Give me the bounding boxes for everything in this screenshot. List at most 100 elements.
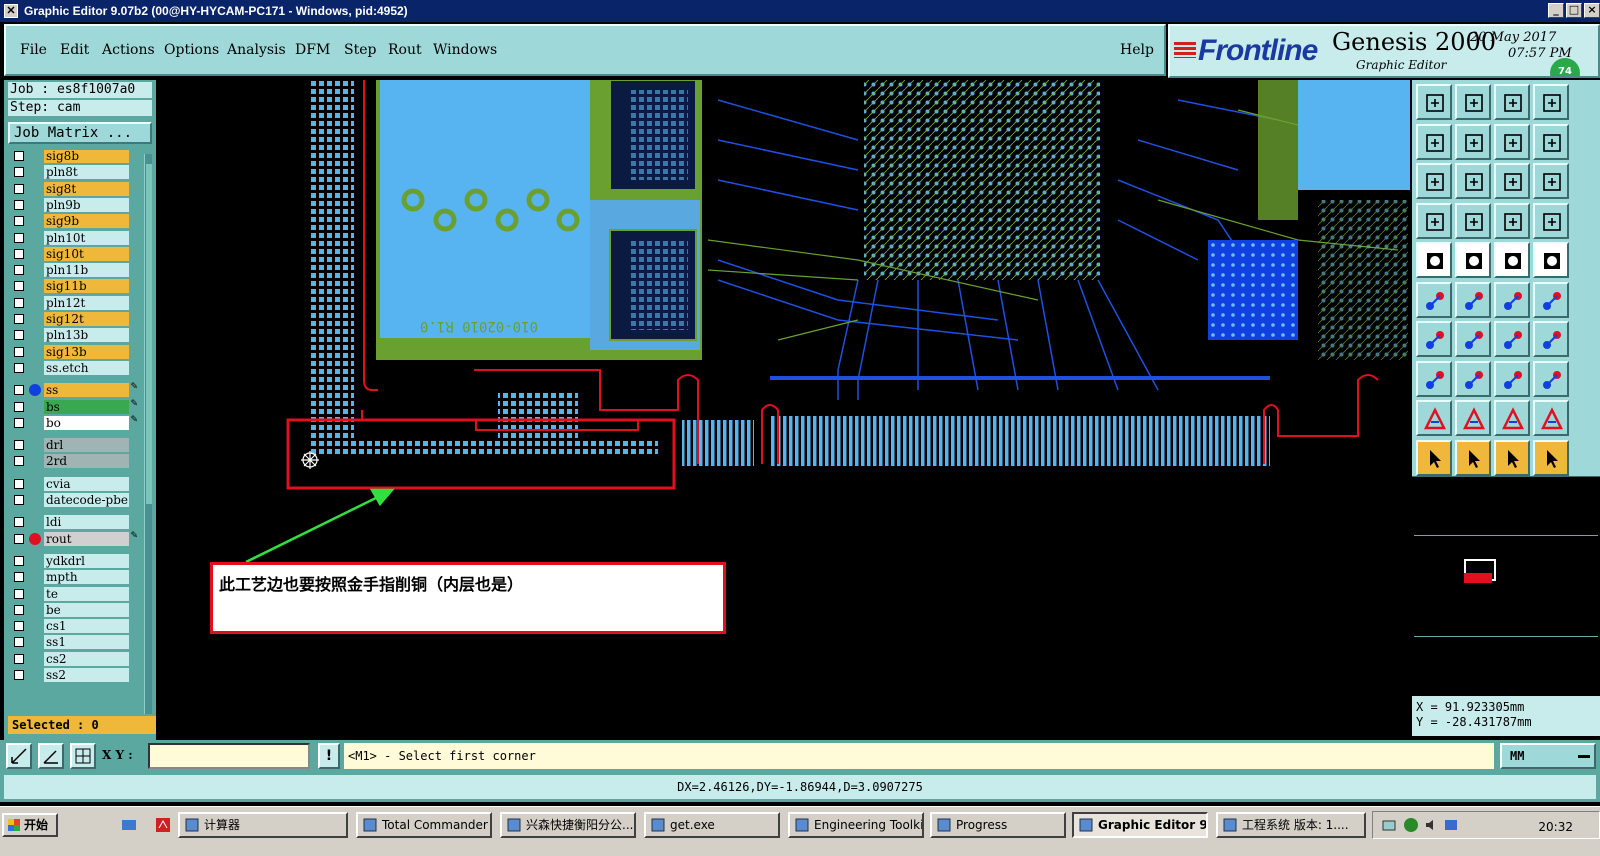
layer-row-sig9b[interactable]: sig9b	[8, 213, 142, 229]
slash-button[interactable]	[1455, 321, 1491, 357]
menu-actions[interactable]: Actions	[102, 42, 155, 58]
menu-help[interactable]: Help	[1120, 42, 1154, 58]
layer-list-scrollbar[interactable]	[144, 154, 152, 714]
layer-checkbox[interactable]	[14, 265, 24, 276]
measure-button[interactable]	[1416, 202, 1452, 239]
layer-row-pln10t[interactable]: pln10t	[8, 230, 142, 246]
minimize-button[interactable]: _	[1548, 3, 1564, 18]
layer-name[interactable]: datecode-pbe	[44, 493, 129, 507]
eraser-button[interactable]	[1455, 242, 1491, 278]
layer-row-ss2[interactable]: ss2	[8, 667, 142, 683]
layer-name[interactable]: pln8t	[44, 165, 129, 180]
xy-input[interactable]	[148, 743, 310, 769]
layer-name[interactable]: rout	[44, 531, 129, 546]
layer-checkbox[interactable]	[14, 495, 24, 505]
layer-row-mpth[interactable]: mpth	[8, 569, 142, 585]
scale-1-2-button[interactable]	[1494, 163, 1530, 199]
grid-icon[interactable]	[70, 743, 96, 769]
zoom-box-icon[interactable]	[6, 743, 32, 769]
execute-button[interactable]: !	[318, 743, 340, 769]
layer-row-ss1[interactable]: ss1	[8, 634, 142, 650]
snap-angle-icon[interactable]	[38, 743, 64, 769]
layer-checkbox[interactable]	[14, 199, 24, 210]
layer-row-2rd[interactable]: 2rd	[8, 453, 142, 469]
layer-checkbox[interactable]	[14, 478, 24, 489]
layer-checkbox[interactable]	[14, 183, 24, 194]
layer-checkbox[interactable]	[14, 248, 24, 259]
drc-multi-button[interactable]	[1533, 202, 1569, 239]
layer-row-sig8b[interactable]: sig8b	[8, 150, 142, 164]
layer-row-sig13b[interactable]: sig13b	[8, 344, 142, 360]
layer-name[interactable]: sig13b	[44, 344, 129, 359]
help-button[interactable]	[1533, 163, 1569, 199]
layer-row-sig12t[interactable]: sig12t	[8, 311, 142, 327]
layer-checkbox[interactable]	[14, 281, 24, 292]
layer-row-ss-etch[interactable]: ss.etch	[8, 360, 142, 376]
net-button[interactable]	[1455, 202, 1491, 239]
layer-row-pln8t[interactable]: pln8t	[8, 164, 142, 180]
menu-step[interactable]: Step	[344, 42, 376, 58]
layer-name[interactable]: cs2	[44, 651, 129, 666]
layer-checkbox[interactable]	[14, 440, 24, 451]
layer-row-te[interactable]: te	[8, 586, 142, 602]
menu-analysis[interactable]: Analysis	[227, 42, 286, 58]
layer-row-rout[interactable]: rout ✎	[8, 531, 142, 547]
home-button[interactable]	[1494, 84, 1530, 120]
zoom-out-button[interactable]	[1455, 123, 1491, 160]
copy-button[interactable]	[1533, 281, 1569, 318]
layer-row-datecode-pbe[interactable]: datecode-pbe	[8, 492, 142, 508]
layer-checkbox[interactable]	[14, 401, 24, 412]
units-select[interactable]: MM	[1500, 743, 1596, 769]
layer-row-bo[interactable]: bo ✎	[8, 415, 142, 431]
select-pad-button[interactable]	[1416, 360, 1452, 397]
layer-row-ydkdrl[interactable]: ydkdrl	[8, 553, 142, 569]
layer-checkbox[interactable]	[14, 314, 24, 324]
layer-row-sig8t[interactable]: sig8t	[8, 181, 142, 197]
layer-row-pln11b[interactable]: pln11b	[8, 262, 142, 278]
layer-name[interactable]: pln10t	[44, 230, 129, 245]
layer-name[interactable]: sig12t	[44, 312, 129, 326]
layer-row-bs[interactable]: bs ✎	[8, 399, 142, 415]
menu-options[interactable]: Options	[164, 42, 219, 58]
layer-name[interactable]: ss.etch	[44, 360, 129, 375]
layer-checkbox[interactable]	[14, 637, 24, 648]
job-matrix-button[interactable]: Job Matrix ...	[8, 122, 152, 144]
layer-name[interactable]: ss1	[44, 635, 129, 650]
area-alt-button[interactable]	[1533, 400, 1569, 436]
cut-button[interactable]	[1455, 281, 1491, 318]
layer-checkbox[interactable]	[14, 572, 24, 583]
layer-name[interactable]: cvia	[44, 476, 129, 491]
arrow-up-button[interactable]	[1455, 400, 1491, 436]
menu-rout[interactable]: Rout	[388, 42, 422, 58]
group-button[interactable]	[1533, 360, 1569, 397]
pointer-net-button[interactable]	[1533, 439, 1569, 476]
fit-view-button[interactable]	[1416, 163, 1452, 199]
menu-dfm[interactable]: DFM	[295, 42, 330, 58]
taskbar-task[interactable]: Progress	[930, 812, 1066, 838]
layer-checkbox[interactable]	[14, 456, 24, 467]
line-button[interactable]	[1416, 321, 1452, 357]
arc-button[interactable]	[1494, 321, 1530, 357]
layer-checkbox[interactable]	[14, 517, 24, 528]
layer-name[interactable]: bo	[44, 415, 129, 430]
layer-row-sig10t[interactable]: sig10t	[8, 246, 142, 262]
layer-checkbox[interactable]	[14, 216, 24, 227]
graphic-canvas[interactable]: 010-02010 R1.0 此工艺边也要按照金手指削铜（内层也是）	[158, 80, 1410, 736]
layer-row-pln13b[interactable]: pln13b	[8, 327, 142, 343]
layer-checkbox[interactable]	[14, 604, 24, 615]
taskbar-task[interactable]: get.exe	[644, 812, 780, 838]
layer-row-be[interactable]: be	[8, 602, 142, 618]
zoom-both-button[interactable]	[1494, 123, 1530, 160]
layer-checkbox[interactable]	[14, 232, 24, 243]
layer-checkbox[interactable]	[14, 297, 24, 308]
layer-checkbox[interactable]	[14, 167, 24, 178]
maximize-button[interactable]: □	[1566, 3, 1582, 18]
layer-name[interactable]: be	[44, 602, 129, 617]
route-button[interactable]	[1533, 321, 1569, 357]
center-button[interactable]	[1455, 163, 1491, 199]
layer-row-cs1[interactable]: cs1	[8, 618, 142, 634]
triangle-button[interactable]	[1416, 400, 1452, 436]
menu-edit[interactable]: Edit	[60, 42, 89, 58]
layer-name[interactable]: sig8t	[44, 181, 129, 196]
layer-checkbox[interactable]	[14, 151, 24, 161]
